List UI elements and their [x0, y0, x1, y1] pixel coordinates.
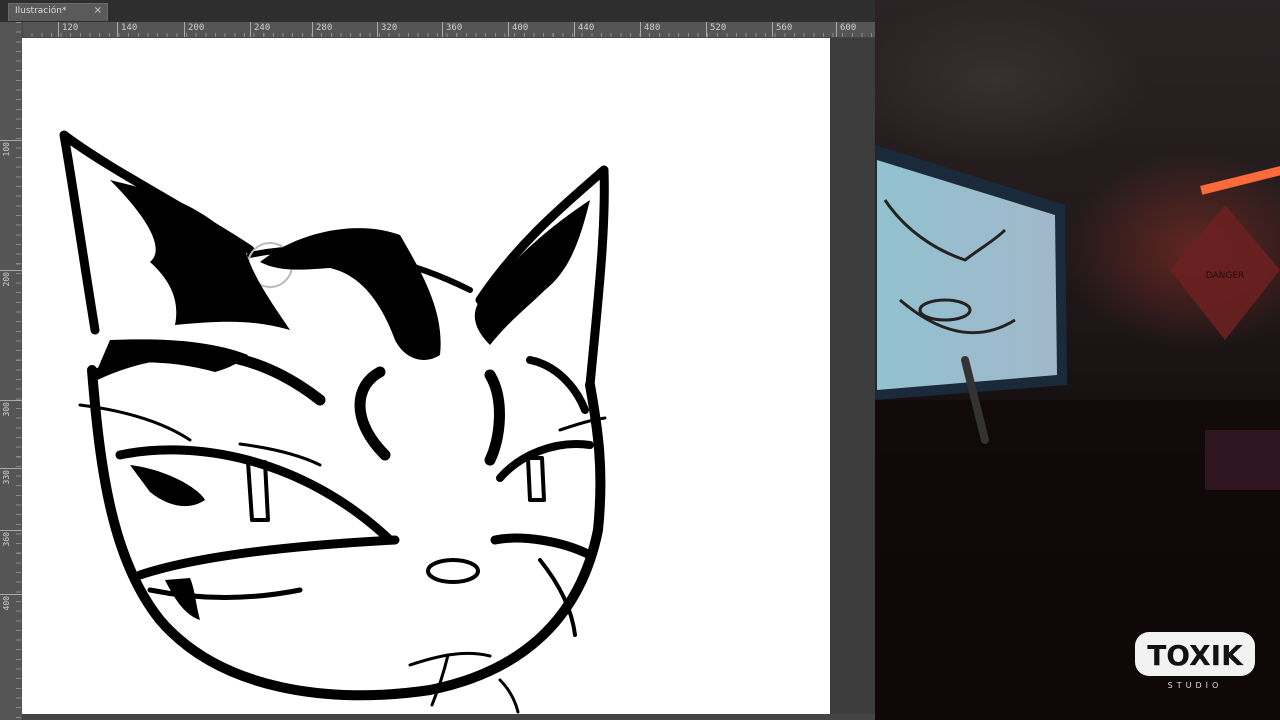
- painting-app-window: Ilustración* × 120 140 200 240 280 320 3…: [0, 0, 875, 720]
- ruler-label: 480: [644, 23, 661, 33]
- webcam-feed: DANGER TOXIK STUDIO: [875, 0, 1280, 720]
- sign-text: DANGER: [1206, 271, 1245, 281]
- close-icon[interactable]: ×: [94, 5, 102, 16]
- ruler-label: 600: [840, 23, 857, 33]
- cat-line-art: [59, 130, 609, 714]
- status-strip: [22, 714, 875, 720]
- ruler-label: 280: [316, 23, 333, 33]
- ruler-label: 120: [62, 23, 79, 33]
- document-tab-title: Ilustración*: [15, 6, 67, 16]
- ruler-label: 400: [2, 596, 11, 611]
- ruler-label: 240: [254, 23, 271, 33]
- led-strip: [1200, 164, 1280, 195]
- horizontal-ruler: 120 140 200 240 280 320 360 400 440 480 …: [22, 22, 875, 38]
- brand-watermark: TOXIK STUDIO: [1133, 618, 1258, 690]
- canvas-scroll-area[interactable]: [830, 38, 875, 720]
- ruler-label: 400: [512, 23, 529, 33]
- ruler-label: 300: [2, 402, 11, 417]
- document-tab-bar: Ilustración* ×: [0, 0, 875, 22]
- webcam-scene: DANGER: [875, 145, 1280, 720]
- ruler-label: 320: [381, 23, 398, 33]
- ruler-label: 200: [188, 23, 205, 33]
- ruler-label: 560: [776, 23, 793, 33]
- ruler-label: 360: [2, 532, 11, 547]
- ruler-label: 100: [2, 142, 11, 157]
- ruler-label: 520: [710, 23, 727, 33]
- svg-text:STUDIO: STUDIO: [1168, 681, 1223, 690]
- vertical-ruler: 100 200 300 330 360 400: [0, 22, 23, 720]
- svg-text:TOXIK: TOXIK: [1147, 639, 1244, 672]
- document-tab[interactable]: Ilustración* ×: [8, 3, 108, 21]
- ruler-label: 140: [121, 23, 138, 33]
- ruler-label: 200: [2, 272, 11, 287]
- drawing-canvas[interactable]: [22, 38, 830, 718]
- toxik-logo: TOXIK STUDIO: [1135, 632, 1255, 690]
- ruler-label: 360: [446, 23, 463, 33]
- keyboard: [1205, 430, 1280, 490]
- ruler-label: 330: [2, 470, 11, 485]
- ruler-label: 440: [578, 23, 595, 33]
